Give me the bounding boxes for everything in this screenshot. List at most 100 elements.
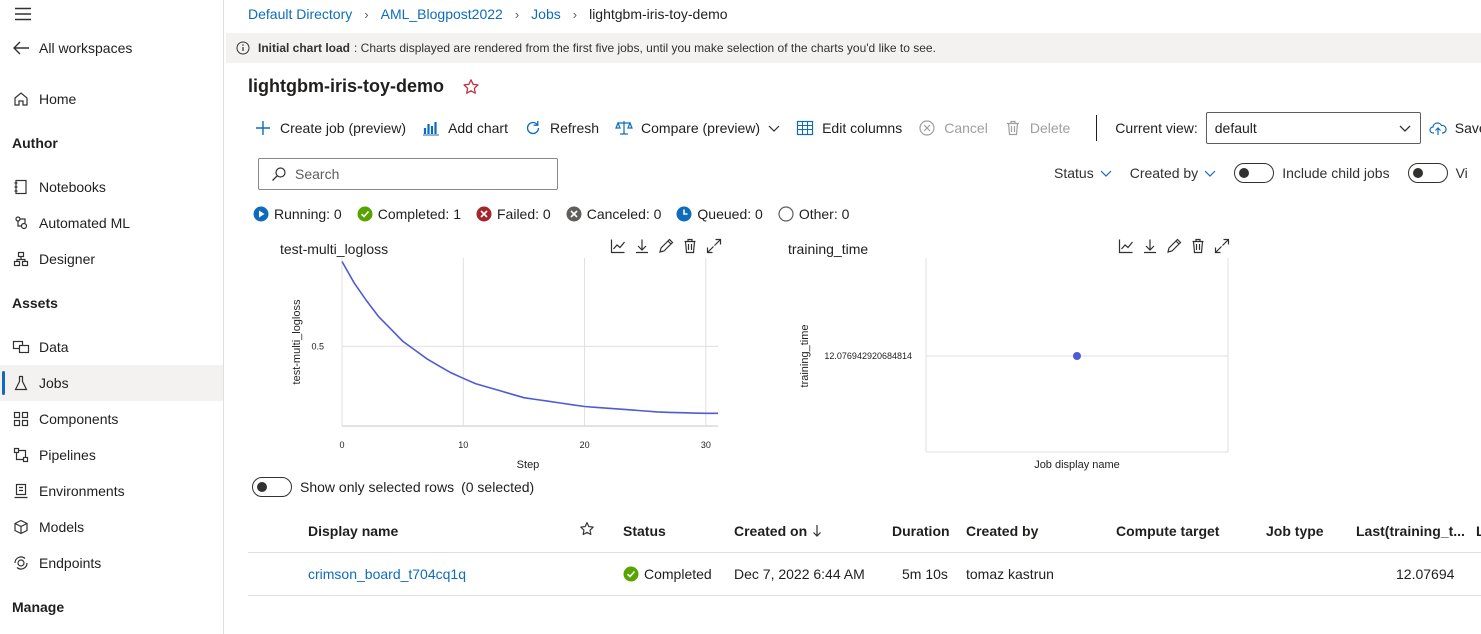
running-icon	[253, 206, 269, 222]
manage-heading: Manage	[12, 599, 65, 615]
show-selected-rows-toggle[interactable]	[252, 477, 292, 497]
column-header-created-on-wrap[interactable]: Created on	[734, 523, 822, 539]
include-child-jobs-toggle[interactable]	[1234, 163, 1275, 183]
chart-1-toolbar	[610, 238, 730, 254]
sidebar-item-notebooks[interactable]: Notebooks	[0, 169, 223, 205]
column-header-last-training-time[interactable]: Last(training_t...	[1356, 523, 1465, 539]
column-header-truncated[interactable]: L	[1476, 523, 1481, 539]
line-chart-icon[interactable]	[1118, 238, 1134, 254]
sidebar-item-jobs[interactable]: Jobs	[0, 365, 223, 401]
edit-pencil-icon[interactable]	[1166, 238, 1182, 254]
column-header-display-name[interactable]: Display name	[308, 523, 398, 539]
status-canceled[interactable]: Canceled: 0	[566, 206, 662, 222]
created-by-filter-dropdown[interactable]: Created by	[1130, 165, 1216, 181]
sidebar-item-endpoints[interactable]: Endpoints	[0, 545, 223, 581]
chevron-right-icon: ›	[364, 6, 369, 22]
chevron-down-icon	[1399, 125, 1411, 132]
favorite-star-icon[interactable]	[462, 78, 480, 96]
job-created-on: Dec 7, 2022 6:44 AM	[734, 566, 865, 582]
save-view-button[interactable]: Save view	[1429, 119, 1481, 137]
show-selected-rows-control: Show only selected rows (0 selected)	[252, 477, 534, 497]
flask-icon	[12, 374, 30, 392]
current-view-dropdown[interactable]: default	[1205, 112, 1421, 144]
edit-columns-button[interactable]: Edit columns	[796, 119, 902, 137]
data-icon	[12, 338, 30, 356]
cube-icon	[12, 518, 30, 536]
refresh-button[interactable]: Refresh	[524, 119, 599, 137]
sidebar-item-environments[interactable]: Environments	[0, 473, 223, 509]
status-filter-dropdown[interactable]: Status	[1054, 165, 1112, 181]
edit-pencil-icon[interactable]	[658, 238, 674, 254]
assets-heading: Assets	[12, 295, 58, 311]
cancel-button[interactable]: Cancel	[918, 119, 988, 137]
view-toggle[interactable]	[1407, 163, 1448, 183]
sidebar-item-models[interactable]: Models	[0, 509, 223, 545]
create-job-label: Create job (preview)	[280, 120, 407, 136]
refresh-icon	[526, 121, 540, 135]
status-completed[interactable]: Completed: 1	[357, 206, 461, 222]
job-status-text: Completed	[644, 566, 712, 582]
sort-descending-icon	[813, 525, 822, 537]
sidebar-item-data[interactable]: Data	[0, 329, 223, 365]
sidebar-item-home[interactable]: Home	[0, 81, 223, 117]
edit-columns-label: Edit columns	[822, 120, 903, 136]
column-header-status[interactable]: Status	[623, 523, 666, 539]
expand-icon[interactable]	[1214, 238, 1230, 254]
delete-button[interactable]: Delete	[1004, 119, 1070, 137]
job-display-name-link[interactable]: crimson_board_t704cq1q	[308, 566, 466, 582]
status-running[interactable]: Running: 0	[253, 206, 342, 222]
compare-button[interactable]: Compare (preview)	[615, 119, 780, 137]
sidebar-item-label: Notebooks	[39, 179, 106, 195]
sidebar-item-designer[interactable]: Designer	[0, 241, 223, 277]
current-view-value: default	[1214, 120, 1257, 136]
search-icon	[272, 167, 286, 181]
line-chart-icon[interactable]	[610, 238, 626, 254]
breadcrumb-default-directory[interactable]: Default Directory	[248, 6, 352, 22]
chart-2-toolbar	[1118, 238, 1238, 254]
sidebar-item-label: Endpoints	[39, 555, 102, 571]
column-header-created-by[interactable]: Created by	[966, 523, 1038, 539]
job-duration: 5m 10s	[902, 566, 948, 582]
chart-data-point[interactable]	[1073, 352, 1081, 360]
sidebar-item-label: Environments	[39, 483, 125, 499]
favorite-column-star-icon[interactable]	[579, 521, 595, 537]
breadcrumb-jobs[interactable]: Jobs	[531, 6, 561, 22]
sidebar-item-automated-ml[interactable]: Automated ML	[0, 205, 223, 241]
status-queued[interactable]: Queued: 0	[676, 206, 763, 222]
trash-icon[interactable]	[1190, 238, 1206, 254]
chart-1-xlabel: Step	[517, 459, 540, 471]
hamburger-menu-icon[interactable]	[14, 7, 32, 21]
canceled-icon	[566, 206, 582, 222]
sidebar-item-pipelines[interactable]: Pipelines	[0, 437, 223, 473]
breadcrumb-current: lightgbm-iris-toy-demo	[589, 6, 728, 22]
create-job-button[interactable]: Create job (preview)	[254, 119, 406, 137]
column-header-duration[interactable]: Duration	[892, 523, 950, 539]
search-input[interactable]: Search	[258, 158, 558, 190]
download-icon[interactable]	[634, 238, 650, 254]
column-header-job-type[interactable]: Job type	[1266, 523, 1324, 539]
sidebar-item-label: Components	[39, 411, 119, 427]
status-other[interactable]: Other: 0	[778, 206, 849, 222]
status-canceled-label: Canceled: 0	[586, 206, 662, 222]
expand-icon[interactable]	[706, 238, 722, 254]
info-banner-text: : Charts displayed are rendered from the…	[354, 41, 936, 55]
components-icon	[12, 410, 30, 428]
trash-icon[interactable]	[682, 238, 698, 254]
notebook-icon	[12, 178, 30, 196]
breadcrumb-workspace[interactable]: AML_Blogpost2022	[381, 6, 503, 22]
command-bar: Create job (preview) Add chart Refresh C…	[254, 112, 1481, 144]
chart-x-tick-label: 0	[339, 440, 344, 450]
download-icon[interactable]	[1142, 238, 1158, 254]
add-chart-button[interactable]: Add chart	[422, 119, 508, 137]
status-failed[interactable]: Failed: 0	[476, 206, 551, 222]
all-workspaces-link[interactable]: All workspaces	[0, 30, 223, 66]
sidebar-item-components[interactable]: Components	[0, 401, 223, 437]
job-created-by: tomaz kastrun	[966, 566, 1054, 582]
status-completed-label: Completed: 1	[377, 206, 461, 222]
info-icon	[236, 41, 250, 55]
column-header-compute-target[interactable]: Compute target	[1116, 523, 1219, 539]
chart-x-tick-label: 10	[458, 440, 468, 450]
check-circle-icon	[357, 206, 373, 222]
sidebar-item-label: Designer	[39, 251, 96, 267]
sidebar-item-label: Automated ML	[39, 215, 131, 231]
